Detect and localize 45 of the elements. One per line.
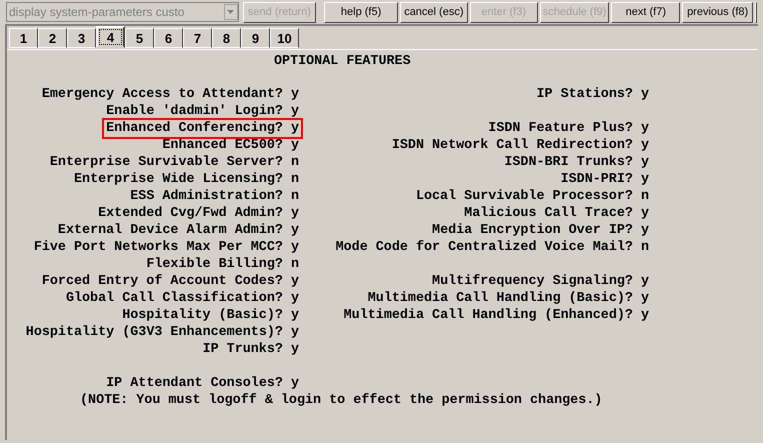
- feature-field: IP Attendant Consoles? y: [104, 375, 301, 392]
- feature-field: Enterprise Survivable Server? n: [48, 154, 301, 171]
- toolbar-button[interactable]: next (f7): [611, 2, 680, 22]
- feature-field: Media Encryption Over IP? y: [430, 222, 651, 239]
- page-tab[interactable]: 9: [241, 28, 270, 48]
- feature-field: IP Trunks? y: [200, 341, 301, 358]
- page-tab[interactable]: 1: [9, 28, 38, 48]
- feature-field: Flexible Billing? n: [144, 256, 301, 273]
- feature-field: ISDN Network Call Redirection? y: [390, 137, 651, 154]
- feature-field: Extended Cvg/Fwd Admin? y: [96, 205, 301, 222]
- feature-field: ISDN-BRI Trunks? y: [502, 154, 651, 171]
- feature-field: Forced Entry of Account Codes? y: [40, 273, 301, 290]
- form-title: OPTIONAL FEATURES: [273, 53, 411, 71]
- feature-field: Hospitality (G3V3 Enhancements)? y: [24, 324, 301, 341]
- page-tab[interactable]: 8: [212, 28, 241, 48]
- feature-field: Five Port Networks Max Per MCC? y: [32, 239, 301, 256]
- feature-field: Hospitality (Basic)? y: [120, 307, 301, 324]
- feature-field: Global Call Classification? y: [64, 290, 301, 307]
- feature-field: Multifrequency Signaling? y: [430, 273, 651, 290]
- feature-field: Multimedia Call Handling (Enhanced)? y: [342, 307, 651, 324]
- page-tab[interactable]: 5: [125, 28, 154, 48]
- permission-note: (NOTE: You must logoff & login to effect the permission changes.): [79, 392, 602, 409]
- feature-field: ISDN-PRI? y: [558, 171, 651, 188]
- feature-field: Local Survivable Processor? n: [414, 188, 651, 205]
- feature-field: ESS Administration? n: [128, 188, 301, 205]
- feature-field: Mode Code for Centralized Voice Mail? n: [334, 239, 651, 256]
- page-tab[interactable]: 6: [154, 28, 183, 48]
- feature-field: External Device Alarm Admin? y: [56, 222, 301, 239]
- page-tab[interactable]: 3: [67, 28, 96, 48]
- feature-field: Multimedia Call Handling (Basic)? y: [366, 290, 651, 307]
- page-tab[interactable]: 4: [96, 26, 125, 48]
- toolbar-button[interactable]: help (f5): [324, 2, 398, 22]
- feature-field: Enable 'dadmin' Login? y: [104, 103, 301, 120]
- feature-field: Enterprise Wide Licensing? n: [72, 171, 301, 188]
- feature-field: Enhanced EC500? y: [160, 137, 301, 154]
- feature-field: IP Stations? y: [534, 86, 651, 103]
- page-tab[interactable]: 2: [38, 28, 67, 48]
- feature-field: Enhanced Conferencing? y: [104, 120, 301, 137]
- toolbar-button[interactable]: previous (f8): [682, 2, 754, 22]
- feature-field: Emergency Access to Attendant? y: [40, 86, 301, 103]
- feature-field: ISDN Feature Plus? y: [486, 120, 651, 137]
- page-tab[interactable]: 7: [183, 28, 212, 48]
- feature-field: Malicious Call Trace? y: [462, 205, 651, 222]
- page-tab[interactable]: 10: [270, 28, 299, 48]
- toolbar-button[interactable]: cancel (esc): [400, 2, 468, 22]
